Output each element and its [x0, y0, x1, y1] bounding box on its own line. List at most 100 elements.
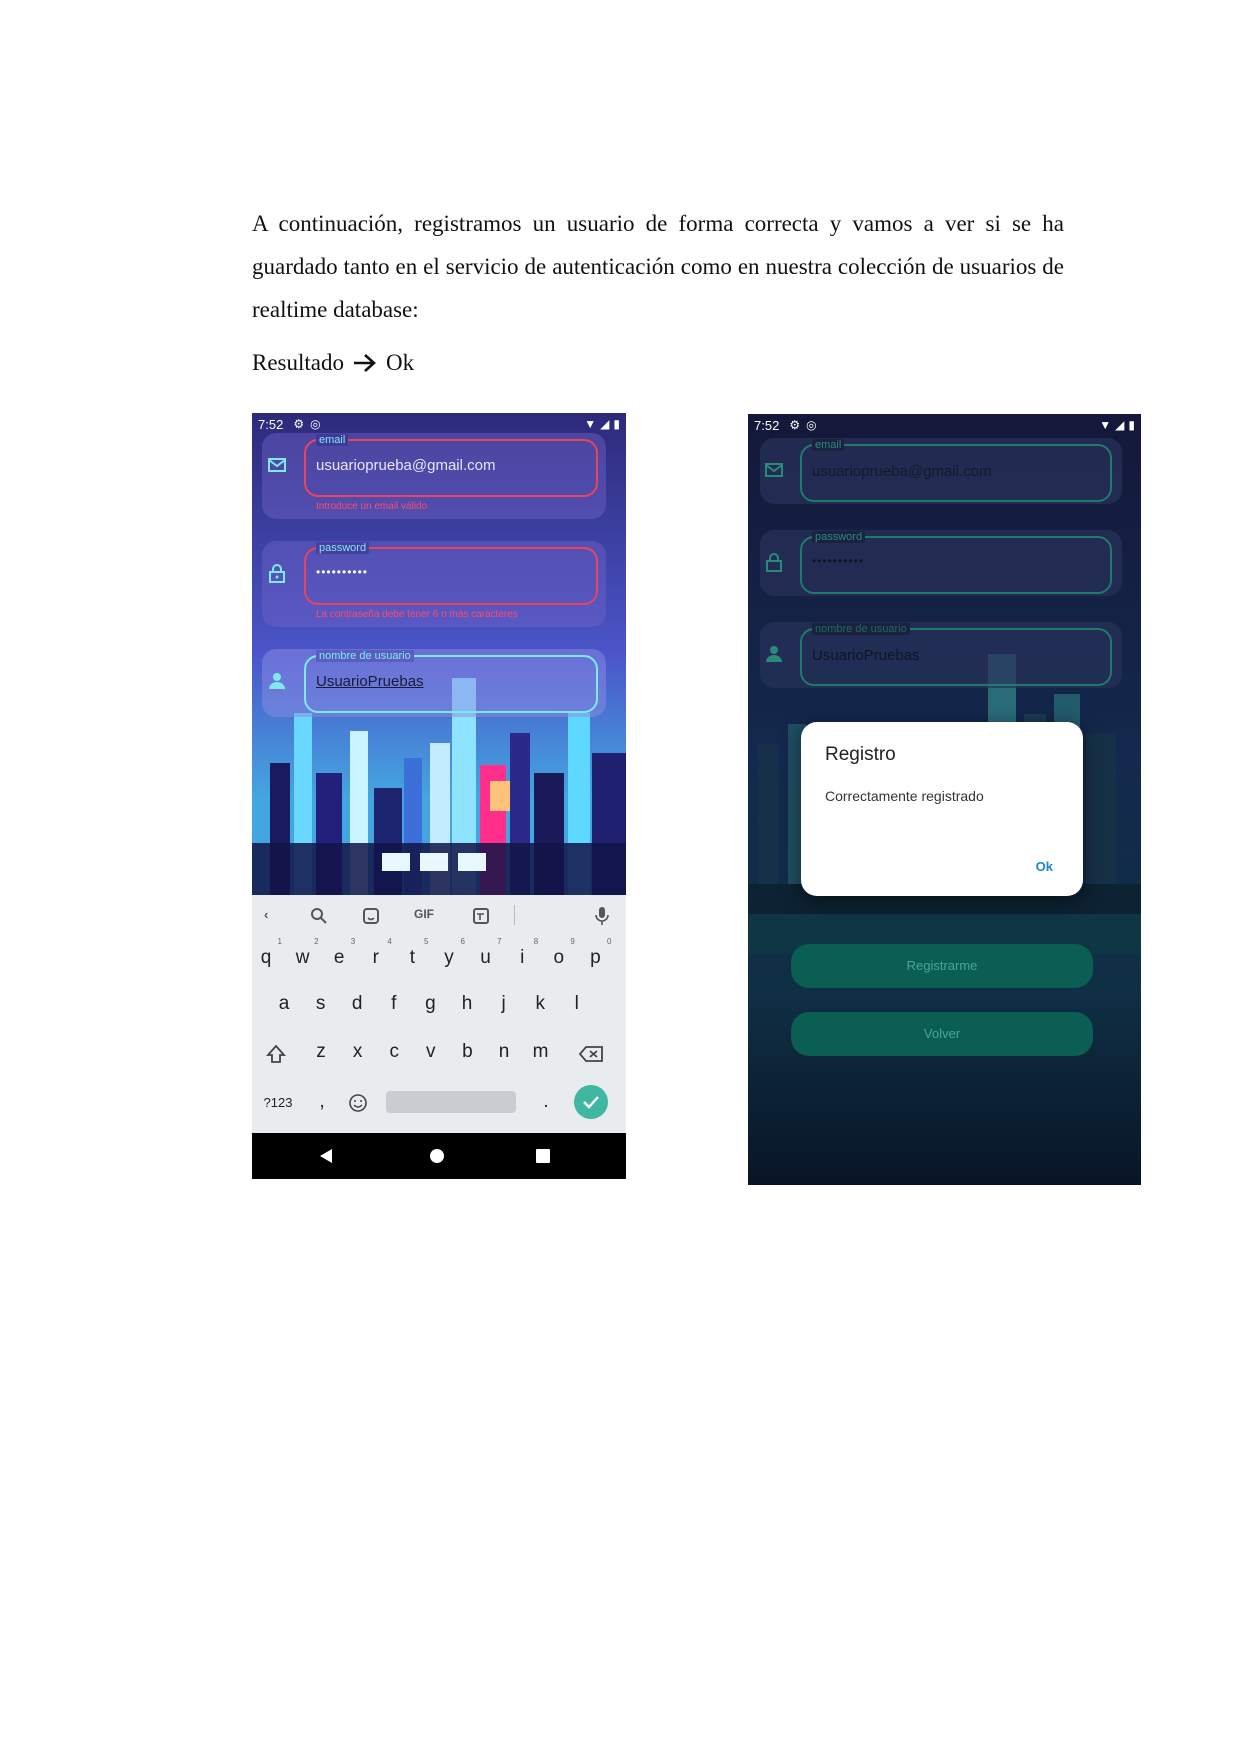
result-value: Ok [386, 350, 415, 375]
backspace-icon[interactable] [578, 1045, 604, 1063]
sync-status-icon: ◎ [806, 418, 817, 432]
key-a[interactable]: a [270, 993, 298, 1015]
key-hint-2: 2 [314, 937, 319, 946]
key-hint-3: 3 [350, 937, 356, 946]
key-q[interactable]: q1 [252, 937, 282, 969]
status-time: 7:52 [754, 417, 780, 433]
status-bar: 7:52 ⚙ ◎ ▼ ◢ ▮ [252, 413, 626, 435]
emoji-icon[interactable] [348, 1093, 368, 1113]
registration-dialog: Registro Correctamente registrado Ok [801, 722, 1083, 896]
keyboard-search-icon[interactable] [310, 907, 328, 925]
key-hint-7: 7 [497, 937, 502, 946]
key-t[interactable]: t5 [398, 937, 429, 969]
key-b[interactable]: b [453, 1041, 481, 1063]
key-i[interactable]: i8 [508, 937, 538, 969]
period-key[interactable]: . [532, 1091, 560, 1113]
mail-icon [268, 458, 286, 472]
key-y[interactable]: y6 [435, 937, 465, 969]
key-hint-5: 5 [423, 937, 429, 946]
status-time: 7:52 [258, 416, 284, 432]
key-j[interactable]: j [490, 993, 518, 1015]
comma-key[interactable]: , [308, 1091, 336, 1113]
key-m[interactable]: m [527, 1041, 555, 1063]
register-button[interactable]: Registrarme [791, 944, 1093, 988]
key-hint-8: 8 [533, 937, 539, 946]
password-field-value: •••••••••• [812, 554, 865, 568]
phone-screenshot-registration-errors: 7:52 ⚙ ◎ ▼ ◢ ▮ email usuarioprueba@gmail… [252, 413, 626, 1179]
lock-icon [766, 553, 782, 572]
key-p[interactable]: p0 [581, 937, 611, 969]
key-hint-0: 0 [606, 937, 612, 946]
dialog-title: Registro [825, 744, 896, 765]
key-x[interactable]: x [344, 1041, 372, 1063]
microphone-icon[interactable] [594, 906, 610, 926]
mail-icon [765, 463, 783, 477]
key-z[interactable]: z [307, 1041, 335, 1063]
wifi-icon: ▼ [584, 417, 597, 431]
status-bar: 7:52 ⚙ ◎ ▼ ◢ ▮ [748, 414, 1141, 436]
signal-icon: ◢ [1115, 418, 1125, 432]
key-e[interactable]: e3 [325, 937, 355, 969]
email-field-label: email [812, 439, 845, 451]
key-h[interactable]: h [453, 993, 481, 1015]
key-f[interactable]: f [380, 993, 408, 1015]
dialog-message: Correctamente registrado [825, 788, 984, 804]
email-field-value: usuarioprueba@gmail.com [316, 457, 496, 474]
lock-icon [269, 564, 285, 583]
result-label: Resultado [252, 350, 344, 375]
key-hint-9: 9 [570, 937, 575, 946]
key-v[interactable]: v [417, 1041, 445, 1063]
status-right-icons: ▼ ◢ ▮ [1099, 418, 1135, 432]
key-l[interactable]: l [563, 993, 591, 1015]
checkmark-icon [583, 1096, 599, 1109]
person-icon [766, 646, 782, 662]
keyboard-back-icon[interactable]: ‹ [264, 907, 268, 922]
symbols-key[interactable]: ?123 [258, 1095, 298, 1110]
email-field-label: email [316, 434, 349, 446]
key-u[interactable]: u7 [472, 937, 501, 969]
username-field-value: UsuarioPruebas [812, 647, 920, 664]
key-k[interactable]: k [526, 993, 554, 1015]
password-field-label: password [316, 542, 370, 554]
signal-icon: ◢ [600, 417, 610, 431]
back-button[interactable]: Volver [791, 1012, 1093, 1056]
status-right-icons: ▼ ◢ ▮ [584, 417, 620, 431]
nav-back-icon[interactable] [318, 1148, 334, 1164]
battery-icon: ▮ [1128, 418, 1135, 432]
toolbar-divider [514, 905, 515, 925]
username-field-value: UsuarioPruebas [316, 673, 424, 690]
key-d[interactable]: d [343, 993, 371, 1015]
wifi-icon: ▼ [1099, 418, 1112, 432]
key-hint-6: 6 [460, 937, 465, 946]
translate-icon[interactable] [472, 907, 490, 925]
enter-key[interactable] [574, 1085, 608, 1119]
key-w[interactable]: w2 [289, 937, 319, 969]
key-g[interactable]: g [416, 993, 444, 1015]
password-field-value: •••••••••• [316, 565, 369, 579]
username-field-label: nombre de usuario [812, 623, 910, 635]
nav-home-icon[interactable] [429, 1148, 445, 1164]
key-s[interactable]: s [307, 993, 335, 1015]
sync-status-icon: ◎ [310, 417, 321, 431]
soft-keyboard: ‹ GIF q1w2e3r4t5y6u7i8o9p0 asdfghjkl zxc… [252, 895, 626, 1133]
spacebar[interactable] [386, 1091, 516, 1113]
phone-screenshot-registration-success: 7:52 ⚙ ◎ ▼ ◢ ▮ email usuarioprueba@gmail… [748, 414, 1141, 1185]
result-line: Resultado Ok [252, 350, 414, 376]
key-r[interactable]: r4 [362, 937, 392, 969]
key-c[interactable]: c [380, 1041, 408, 1063]
key-n[interactable]: n [490, 1041, 518, 1063]
dialog-ok-button[interactable]: Ok [1036, 859, 1053, 874]
navigation-bar [252, 1133, 626, 1179]
key-hint-4: 4 [387, 937, 392, 946]
sticker-icon[interactable] [362, 907, 380, 925]
password-error-text: La contraseña debe tener 6 o más caracte… [316, 609, 518, 620]
username-field-label: nombre de usuario [316, 650, 414, 662]
arrow-right-icon [354, 354, 376, 372]
body-paragraph: A continuación, registramos un usuario d… [252, 211, 1064, 322]
shift-icon[interactable] [265, 1043, 287, 1065]
email-error-text: Introduce un email válido [316, 501, 428, 512]
key-o[interactable]: o9 [545, 937, 575, 969]
nav-recents-icon[interactable] [536, 1149, 550, 1163]
key-hint-1: 1 [277, 937, 282, 946]
gif-button[interactable]: GIF [414, 907, 434, 921]
